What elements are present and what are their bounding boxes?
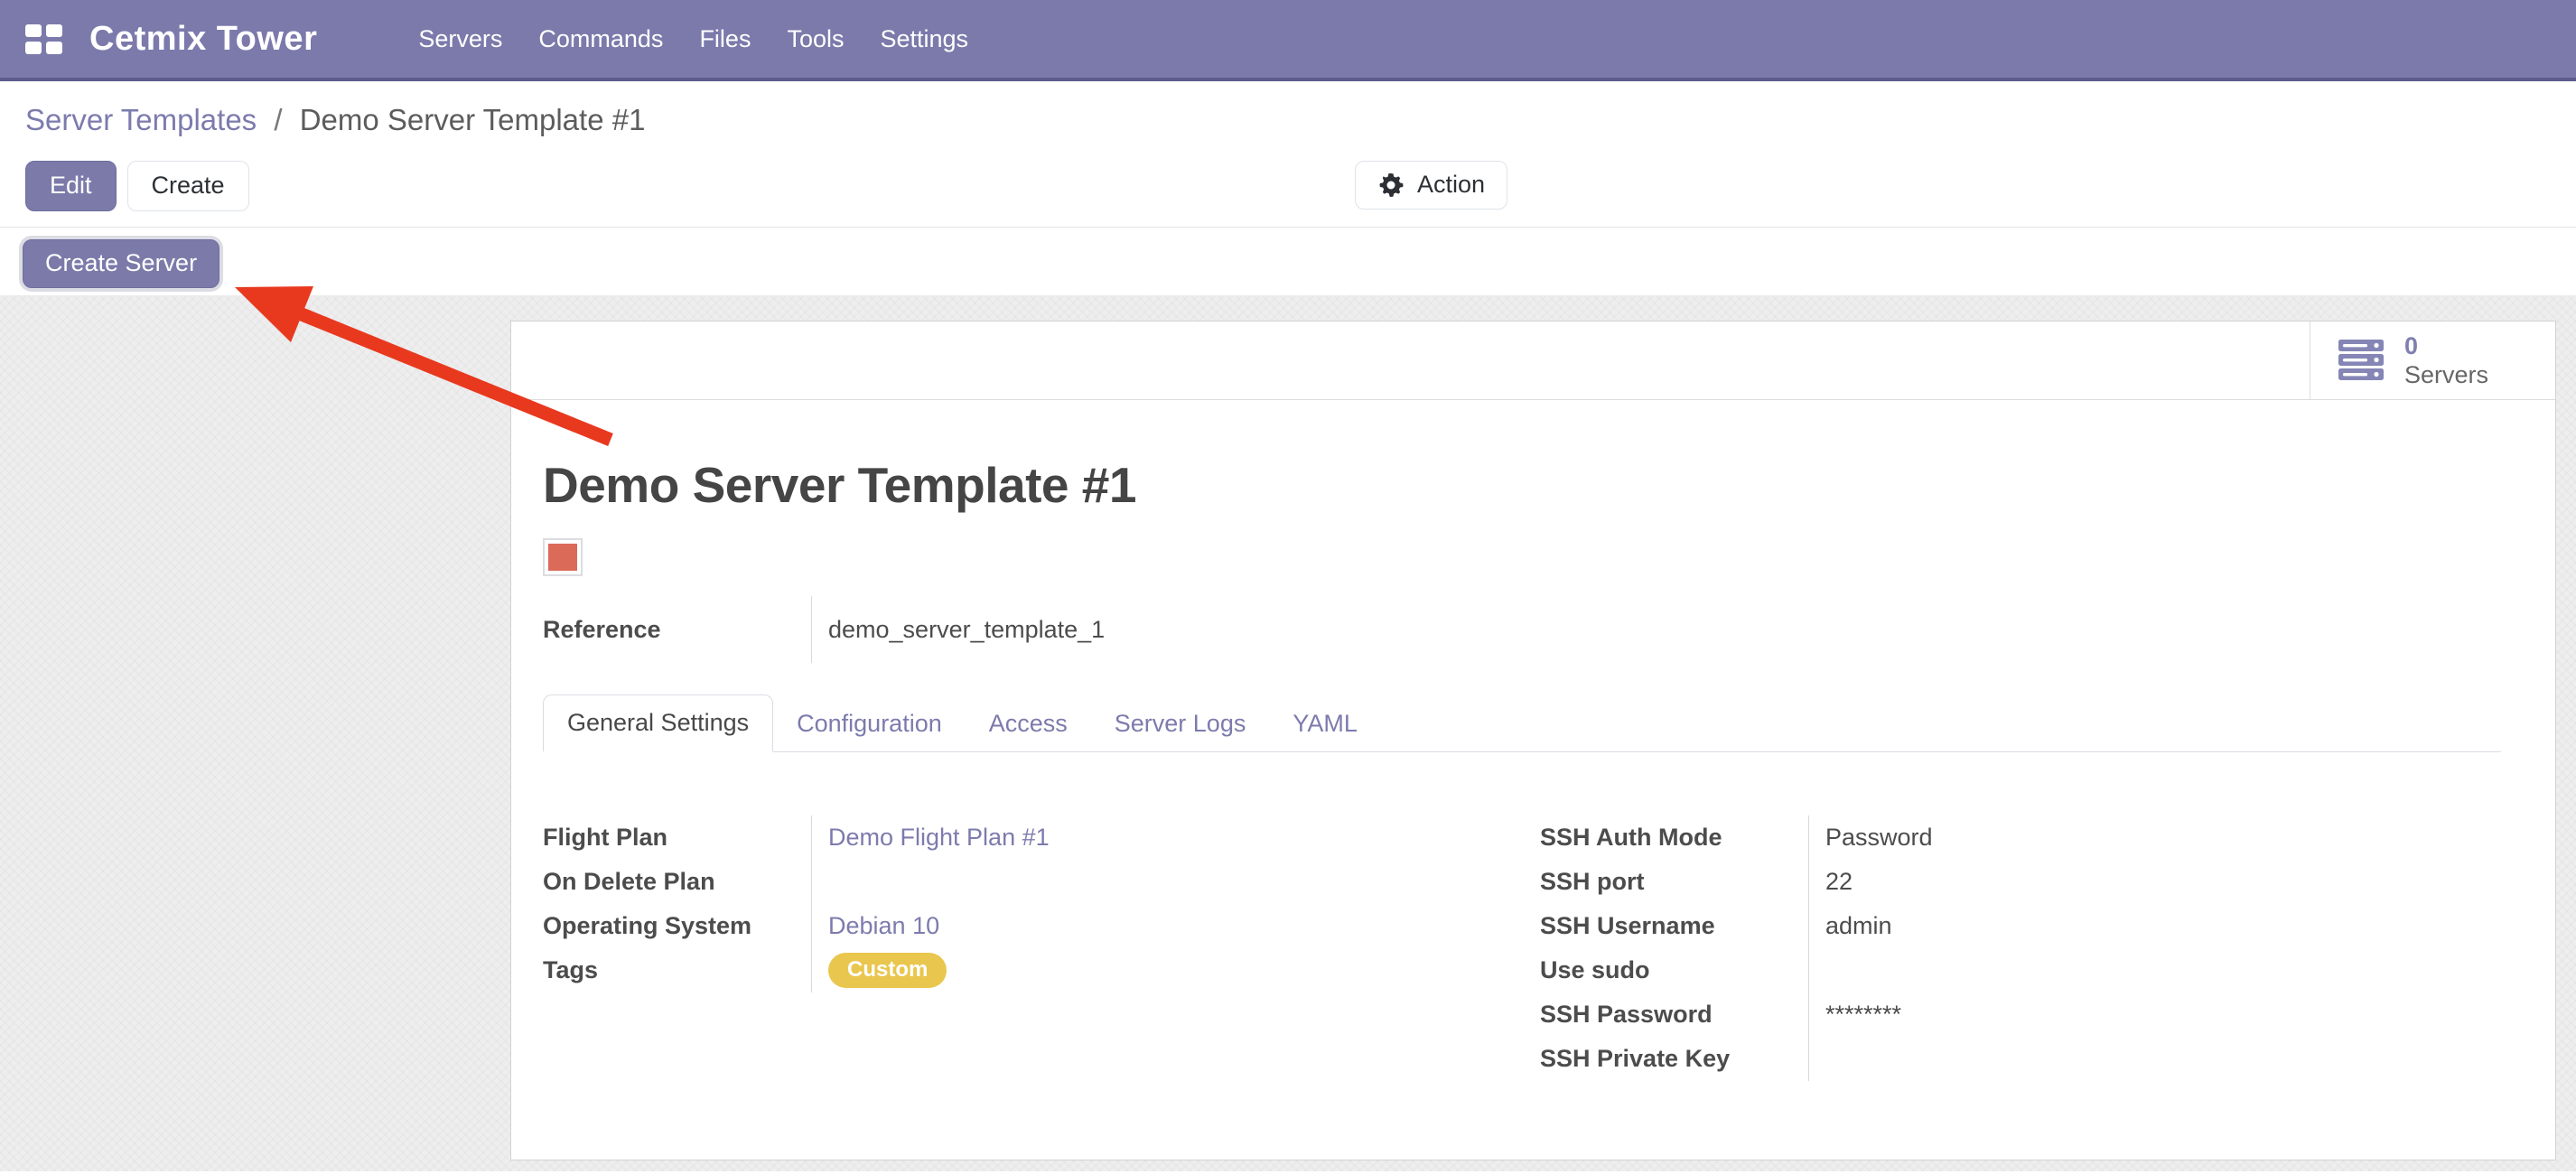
field-label: Tags [543,956,811,984]
left-field-group: Flight Plan Demo Flight Plan #1 On Delet… [543,815,1540,1081]
reference-label: Reference [543,616,811,644]
field-value: ******** [1825,1001,1901,1029]
menu-item[interactable]: Files [699,25,751,53]
apps-grid-dot [46,24,62,37]
record-title: Demo Server Template #1 [543,456,2501,514]
field-row: SSH Username admin [1540,904,2501,948]
action-button[interactable]: Action [1355,161,1507,210]
servers-stat-button[interactable]: 0 Servers [2310,321,2555,399]
color-swatch-fill [548,544,577,571]
menu-item[interactable]: Commands [538,25,663,53]
field-value[interactable]: Demo Flight Plan #1 [828,824,1050,852]
app-brand[interactable]: Cetmix Tower [89,20,317,59]
apps-grid-dot [25,24,42,37]
menu-item[interactable]: Tools [787,25,844,53]
breadcrumb: Server Templates / Demo Server Template … [0,81,2576,137]
field-groups: Flight Plan Demo Flight Plan #1 On Delet… [543,815,2501,1081]
breadcrumb-separator: / [274,103,282,136]
edit-button[interactable]: Edit [25,161,117,211]
field-label: Operating System [543,912,811,940]
action-button-label: Action [1417,172,1485,199]
field-label: SSH Private Key [1540,1045,1808,1073]
apps-grid-dot [25,42,42,54]
field-value: Custom [828,953,947,988]
field-label: SSH Username [1540,912,1808,940]
stat-button-bar: 0 Servers [511,321,2555,400]
sheet-body: Demo Server Template #1 Reference demo_s… [511,400,2555,1081]
stat-text: 0 Servers [2404,331,2488,390]
field-row: On Delete Plan [543,860,1540,904]
right-field-group: SSH Auth Mode Password SSH port 22 [1540,815,2501,1081]
statusbar: Create Server [0,227,2576,295]
tab[interactable]: YAML [1269,696,1381,751]
stat-label: Servers [2404,360,2488,389]
tab[interactable]: General Settings [543,694,773,752]
notebook-tabs: General Settings Configuration Access Se… [543,694,2501,752]
color-swatch [543,538,583,576]
tab[interactable]: Configuration [773,696,966,751]
create-button[interactable]: Create [127,161,249,211]
stat-value: 0 [2404,331,2488,360]
breadcrumb-current: Demo Server Template #1 [300,103,646,136]
field-row: Tags Custom [543,948,1540,992]
field-value: admin [1825,912,1892,940]
content-area: 0 Servers Demo Server Template #1 Refere… [0,295,2576,1171]
field-row: SSH port 22 [1540,860,2501,904]
top-navbar: Cetmix Tower Servers Commands Files Tool… [0,0,2576,81]
reference-field: Reference demo_server_template_1 [543,596,2501,663]
field-value: 22 [1825,868,1853,896]
tab[interactable]: Access [966,696,1091,751]
reference-value: demo_server_template_1 [828,616,1105,644]
gear-icon [1377,172,1405,199]
control-panel-buttons: Edit Create Action [0,161,2576,211]
apps-grid-icon[interactable] [25,24,62,54]
tab[interactable]: Server Logs [1091,696,1270,751]
create-server-button[interactable]: Create Server [23,239,219,288]
field-value[interactable]: Debian 10 [828,912,939,940]
menu-item[interactable]: Servers [418,25,502,53]
field-row: Operating System Debian 10 [543,904,1540,948]
field-row: Use sudo [1540,948,2501,992]
field-label: SSH Auth Mode [1540,824,1808,852]
field-label: SSH port [1540,868,1808,896]
field-row: SSH Auth Mode Password [1540,815,2501,860]
field-label: SSH Password [1540,1001,1808,1029]
apps-grid-dot [46,42,62,54]
field-label: Use sudo [1540,956,1808,984]
main-menu: Servers Commands Files Tools Settings [418,25,968,53]
breadcrumb-parent[interactable]: Server Templates [25,103,257,136]
menu-item[interactable]: Settings [880,25,968,53]
servers-stack-icon [2338,339,2385,382]
field-row: SSH Password ******** [1540,992,2501,1037]
reference-value-wrap: demo_server_template_1 [811,596,1105,663]
field-value: Password [1825,824,1933,852]
field-label: On Delete Plan [543,868,811,896]
field-row: SSH Private Key [1540,1037,2501,1081]
field-label: Flight Plan [543,824,811,852]
form-sheet: 0 Servers Demo Server Template #1 Refere… [510,321,2556,1160]
field-row: Flight Plan Demo Flight Plan #1 [543,815,1540,860]
